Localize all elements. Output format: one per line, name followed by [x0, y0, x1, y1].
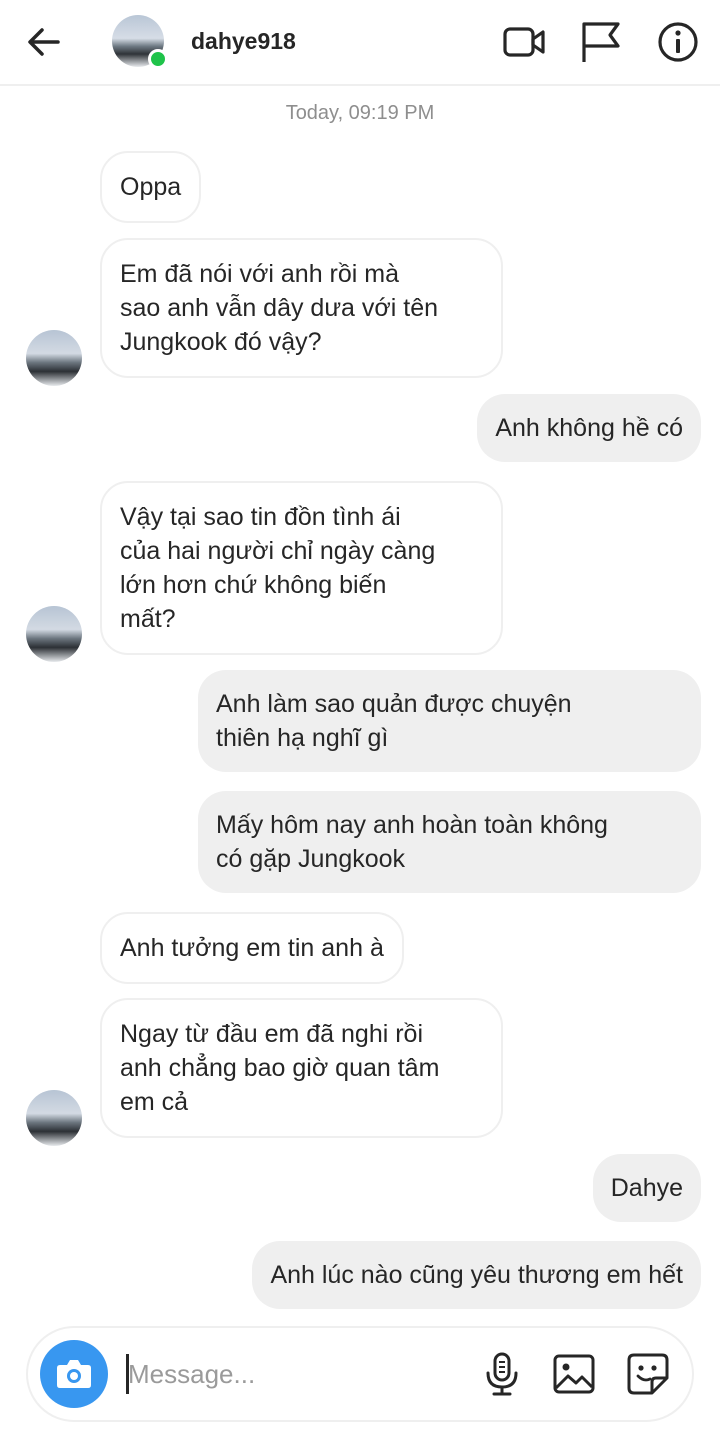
camera-button[interactable] — [40, 1340, 108, 1408]
message-line: thiên hạ nghĩ gì — [216, 724, 389, 752]
chat-header: dahye918 — [0, 0, 720, 86]
message-line: Oppa — [120, 173, 182, 201]
message-bubble-sent[interactable]: Anh không hề có — [477, 394, 701, 462]
sender-avatar[interactable] — [26, 330, 82, 386]
message-line: Em đã nói với anh rồi mà — [120, 260, 400, 288]
message-line: sao anh vẫn dây dưa với tên — [120, 294, 439, 322]
message-line: Ngay từ đầu em đã nghi rồi — [120, 1020, 424, 1048]
message-input[interactable] — [128, 1350, 458, 1398]
message-bubble-received[interactable]: Oppa — [100, 151, 202, 223]
message-bubble-received[interactable]: Anh tưởng em tin anh à — [100, 912, 404, 984]
message-line: có gặp Jungkook — [216, 845, 406, 873]
message-line: anh chẳng bao giờ quan tâm — [120, 1054, 440, 1082]
message-line: Anh lúc nào cũng yêu thương em hết — [270, 1261, 683, 1289]
back-arrow-icon[interactable] — [22, 22, 66, 62]
gallery-icon[interactable] — [548, 1348, 600, 1400]
info-icon[interactable] — [654, 18, 702, 66]
flag-icon[interactable] — [576, 18, 624, 66]
sticker-icon[interactable] — [622, 1348, 674, 1400]
message-line: Jungkook đó vậy? — [120, 328, 322, 356]
message-line: Anh tưởng em tin anh à — [120, 934, 384, 962]
sender-avatar[interactable] — [26, 606, 82, 662]
message-bubble-received[interactable]: Ngay từ đầu em đã nghi rồi anh chẳng bao… — [100, 998, 503, 1138]
online-status-dot — [148, 49, 168, 69]
message-line: mất? — [120, 605, 176, 633]
message-line: của hai người chỉ ngày càng — [120, 537, 436, 565]
message-bubble-received[interactable]: Em đã nói với anh rồi mà sao anh vẫn dây… — [100, 238, 503, 378]
contact-avatar[interactable] — [112, 15, 168, 69]
message-bubble-received[interactable]: Vậy tại sao tin đồn tình ái của hai ngườ… — [100, 481, 503, 655]
message-composer — [26, 1326, 694, 1422]
message-line: lớn hơn chứ không biến — [120, 571, 387, 599]
message-line: Vậy tại sao tin đồn tình ái — [120, 503, 401, 531]
message-bubble-sent[interactable]: Mấy hôm nay anh hoàn toàn không có gặp J… — [198, 791, 701, 893]
microphone-icon[interactable] — [476, 1348, 528, 1400]
contact-username[interactable]: dahye918 — [191, 28, 296, 55]
message-line: Mấy hôm nay anh hoàn toàn không — [216, 811, 608, 839]
camera-icon — [57, 1360, 91, 1388]
message-bubble-sent[interactable]: Dahye — [592, 1154, 701, 1222]
conversation-timestamp: Today, 09:19 PM — [285, 102, 435, 124]
message-bubble-sent[interactable]: Anh lúc nào cũng yêu thương em hết — [252, 1241, 701, 1309]
message-line: em cả — [120, 1088, 189, 1116]
message-line: Dahye — [610, 1174, 683, 1202]
sender-avatar[interactable] — [26, 1090, 82, 1146]
message-line: Anh làm sao quản được chuyện — [216, 690, 572, 718]
message-line: Anh không hề có — [495, 414, 683, 442]
message-bubble-sent[interactable]: Anh làm sao quản được chuyện thiên hạ ng… — [198, 670, 701, 772]
video-call-icon[interactable] — [500, 18, 548, 66]
